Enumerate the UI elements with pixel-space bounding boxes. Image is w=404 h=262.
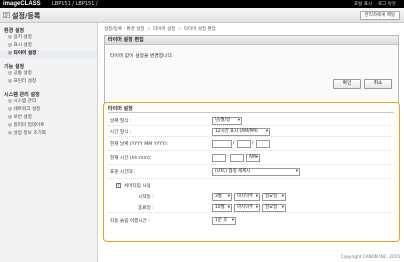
sidebar-item-timer[interactable]: ◎ 타이머 설정 bbox=[0, 50, 97, 58]
dst-checkbox[interactable]: ✓ bbox=[116, 183, 121, 188]
panel-heading: 타이머 설정 편집 bbox=[105, 36, 398, 45]
copyright: Copyright CANON INC. 2015 bbox=[340, 254, 400, 259]
dst-row: ✓ 서머타임 사용 bbox=[108, 181, 394, 191]
ok-button[interactable]: 확인 bbox=[333, 79, 361, 89]
current-time-row: 현재 시간 (hh:mm): : AM bbox=[108, 153, 394, 165]
breadcrumb-separator: > bbox=[146, 27, 151, 32]
cancel-button[interactable]: 취소 bbox=[364, 79, 392, 89]
time-format-label: 시간 형식 : bbox=[110, 130, 132, 135]
settings-icon bbox=[3, 12, 10, 18]
timer-section-heading: 타이머 설정 bbox=[108, 106, 133, 112]
sidebar-item-printer[interactable]: ◎ 프린터 설정 bbox=[0, 78, 97, 86]
breadcrumb-item: 타이머 설정 편집 bbox=[183, 27, 216, 32]
sidebar-item-network[interactable]: ◎ 네트워크 설정 bbox=[0, 106, 97, 114]
start-month-select[interactable]: 3월 bbox=[212, 193, 232, 201]
current-date-row: 현재 날짜 (YYYY MM YYYY): / / bbox=[108, 139, 394, 151]
sidebar-heading-function: 기능 설정 bbox=[4, 64, 25, 70]
top-links: 포털 표시 로그 아웃 bbox=[354, 1, 404, 7]
panel-message: 타이머 값이 설정을 변경합니다. bbox=[110, 54, 174, 59]
dst-end-row: 종료일 : 10월 마지막주 일요일 bbox=[108, 203, 394, 213]
sidebar-item-paper[interactable]: ◎ 용지 설정 bbox=[0, 34, 97, 42]
dst-end-label: 종료일 : bbox=[138, 206, 154, 211]
end-day-select[interactable]: 일요일 bbox=[262, 204, 286, 212]
time-format-row: 시간 형식 : 12시간 표시 (AM/PM) bbox=[108, 127, 394, 137]
month-field[interactable] bbox=[237, 140, 251, 148]
start-day-select[interactable]: 일요일 bbox=[262, 193, 286, 201]
edit-panel: 타이머 설정 편집 타이머 값이 설정을 변경합니다. 확인 취소 bbox=[104, 35, 399, 105]
dst-start-row: 시작일 : 3월 마지막주 일요일 bbox=[108, 192, 394, 202]
ampm-select[interactable]: AM bbox=[246, 154, 260, 162]
portal-link[interactable]: 포털 표시 bbox=[354, 1, 372, 7]
page-title: 설정/등록 bbox=[12, 12, 41, 20]
auto-sleep-row: 자동 슬립 이행시간 : 1분 후 bbox=[108, 216, 394, 226]
date-format-select[interactable]: 년/월/일 bbox=[212, 117, 242, 125]
end-week-select[interactable]: 마지막주 bbox=[234, 204, 260, 212]
timezone-select[interactable]: (UTC) 협정 세계시 bbox=[212, 168, 300, 176]
dst-start-label: 시작일 : bbox=[138, 195, 154, 200]
sidebar-item-system-management[interactable]: ◎ 시스템 관리 bbox=[0, 98, 97, 106]
date-format-row: 날짜 형식 : 년/월/일 bbox=[108, 116, 394, 126]
sidebar-item-security[interactable]: ◎ 보안 설정 bbox=[0, 114, 97, 122]
end-month-select[interactable]: 10월 bbox=[212, 204, 232, 212]
sidebar-item-display[interactable]: ◎ 표시 설정 bbox=[0, 42, 97, 50]
top-bar: imageCLASS LBP151 / LBP151 / 포털 표시 로그 아웃 bbox=[0, 0, 404, 8]
logout-link[interactable]: 로그 아웃 bbox=[378, 1, 396, 7]
sidebar-heading-environment: 환경 설정 bbox=[4, 28, 25, 34]
sidebar-item-reset[interactable]: ◎ 설정 정보 초기화 bbox=[0, 130, 97, 138]
dst-label: 서머타임 사용 bbox=[124, 184, 151, 189]
day-field[interactable] bbox=[256, 140, 270, 148]
start-week-select[interactable]: 마지막주 bbox=[234, 193, 260, 201]
hour-field[interactable] bbox=[212, 154, 226, 162]
sidebar-item-common[interactable]: ◎ 공통 설정 bbox=[0, 70, 97, 78]
date-format-label: 날짜 형식 : bbox=[110, 119, 132, 124]
sidebar: 환경 설정 ◎ 용지 설정 ◎ 표시 설정 ◎ 타이머 설정 기능 설정 ◎ 공… bbox=[0, 23, 98, 262]
breadcrumb: 설정/등록 : 환경 설정 > 타이머 설정 > 타이머 설정 편집 bbox=[104, 26, 216, 32]
timezone-row: 표준 시간대 : (UTC) 협정 세계시 bbox=[108, 167, 394, 179]
model-name: LBP151 / LBP151 / bbox=[52, 1, 98, 7]
mail-admin-button[interactable]: 관리자에게 메일 bbox=[359, 11, 400, 20]
sidebar-heading-system: 시스템 관리 설정 bbox=[4, 92, 40, 98]
current-time-label: 현재 시간 (hh:mm): bbox=[110, 156, 152, 161]
brand-logo: imageCLASS bbox=[3, 1, 41, 7]
breadcrumb-item[interactable]: 설정/등록 : 환경 설정 bbox=[104, 27, 144, 32]
timer-settings-section: 타이머 설정 날짜 형식 : 년/월/일 시간 형식 : 12시간 표시 (AM… bbox=[103, 102, 400, 242]
main-content: 설정/등록 : 환경 설정 > 타이머 설정 > 타이머 설정 편집 타이머 설… bbox=[100, 23, 404, 262]
sidebar-item-update[interactable]: ◎ 컬러미 업데이트 bbox=[0, 122, 97, 130]
auto-sleep-select[interactable]: 1분 후 bbox=[212, 217, 236, 225]
breadcrumb-item[interactable]: 타이머 설정 bbox=[153, 27, 175, 32]
current-date-label: 현재 날짜 (YYYY MM YYYY): bbox=[110, 142, 169, 147]
breadcrumb-separator: > bbox=[177, 27, 182, 32]
time-format-select[interactable]: 12시간 표시 (AM/PM) bbox=[212, 128, 270, 136]
timezone-label: 표준 시간대 : bbox=[110, 170, 136, 175]
title-bar: 설정/등록 관리자에게 메일 bbox=[0, 8, 404, 23]
year-field[interactable] bbox=[212, 140, 232, 148]
minute-field[interactable] bbox=[230, 154, 244, 162]
auto-sleep-label: 자동 슬립 이행시간 : bbox=[110, 219, 150, 224]
